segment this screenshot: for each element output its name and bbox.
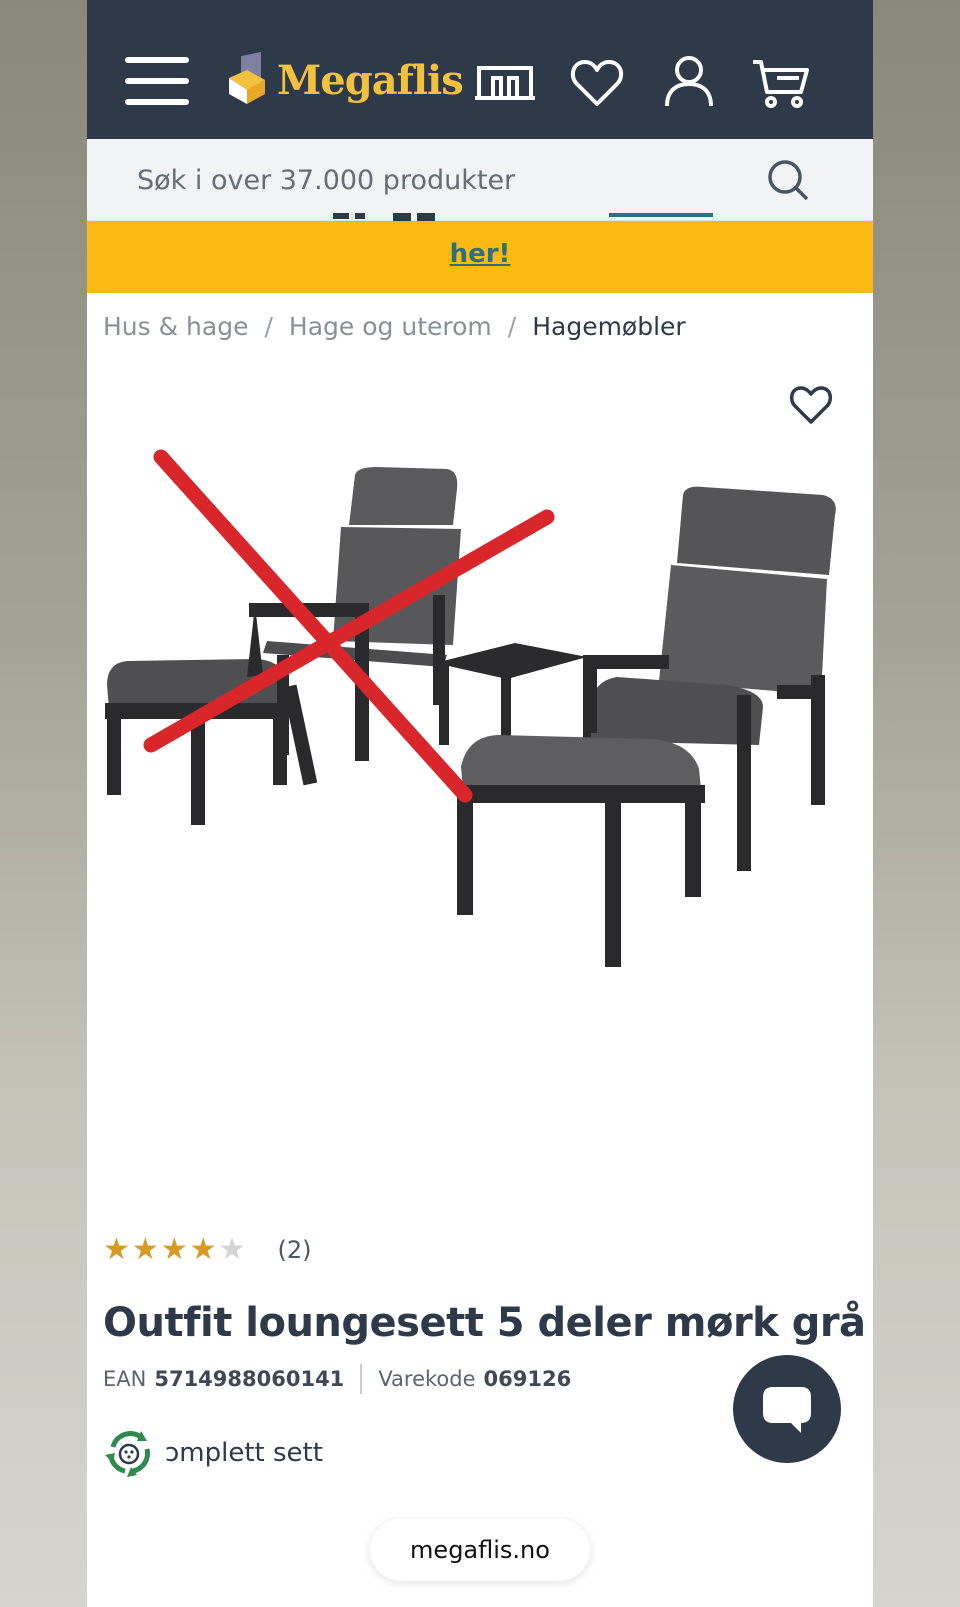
chat-button[interactable] <box>733 1355 841 1463</box>
star-icon: ★ <box>189 1232 217 1267</box>
star-icon: ★ <box>103 1232 130 1267</box>
phone-screen: Megaflis Søk i over 37.000 produkter her… <box>87 0 873 1607</box>
favorite-heart-icon[interactable] <box>787 382 835 426</box>
site-header: Megaflis <box>87 0 873 139</box>
browser-url-bar[interactable]: megaflis.no <box>370 1519 590 1581</box>
recycle-icon <box>105 1431 150 1477</box>
product-image[interactable] <box>87 445 873 1105</box>
logo-mark-icon <box>229 52 265 104</box>
breadcrumb-separator: / <box>264 312 273 341</box>
review-count[interactable]: (2) <box>278 1236 312 1264</box>
site-logo[interactable]: Megaflis <box>225 50 464 110</box>
badge-text: ɔmplett sett <box>165 1438 323 1468</box>
divider <box>360 1364 363 1394</box>
star-icon: ★ <box>131 1232 159 1267</box>
star-icon: ★ <box>160 1232 188 1267</box>
breadcrumb-item-hus-hage[interactable]: Hus & hage <box>103 312 248 341</box>
front-ottoman <box>457 735 705 967</box>
breadcrumb-item-hage-uterom[interactable]: Hage og uterom <box>289 312 492 341</box>
search-bar <box>87 139 873 221</box>
menu-icon[interactable] <box>125 57 189 105</box>
breadcrumb-separator: / <box>507 312 517 341</box>
ean-value: 5714988060141 <box>154 1367 345 1391</box>
search-input[interactable] <box>137 157 737 203</box>
banner-cut-text <box>333 213 713 221</box>
product-codes: EAN 5714988060141 Varekode 069126 <box>103 1364 571 1394</box>
heart-icon[interactable] <box>565 52 629 112</box>
breadcrumb-item-hagemobler[interactable]: Hagemøbler <box>532 312 686 341</box>
cart-icon[interactable] <box>749 52 813 112</box>
varekode-label: Varekode <box>378 1367 476 1391</box>
banner-link[interactable]: her! <box>87 239 873 269</box>
star-empty-icon: ★ <box>218 1232 246 1267</box>
product-badge: ɔmplett sett <box>101 1425 323 1481</box>
search-icon[interactable] <box>765 157 811 203</box>
left-chair <box>247 467 461 761</box>
store-icon[interactable] <box>473 52 537 112</box>
chat-bubble-icon <box>763 1387 811 1433</box>
product-title: Outfit loungesett 5 deler mørk grå <box>103 1300 866 1346</box>
logo-text: Megaflis <box>277 56 464 104</box>
ean-label: EAN <box>103 1367 147 1391</box>
rating[interactable]: ★ ★ ★ ★ ★ (2) <box>103 1232 312 1268</box>
promo-banner: her! <box>87 213 873 293</box>
varekode-value: 069126 <box>483 1367 572 1391</box>
breadcrumb: Hus & hage / Hage og uterom / Hagemøbler <box>103 312 686 341</box>
user-icon[interactable] <box>657 52 721 112</box>
side-table <box>435 643 593 745</box>
